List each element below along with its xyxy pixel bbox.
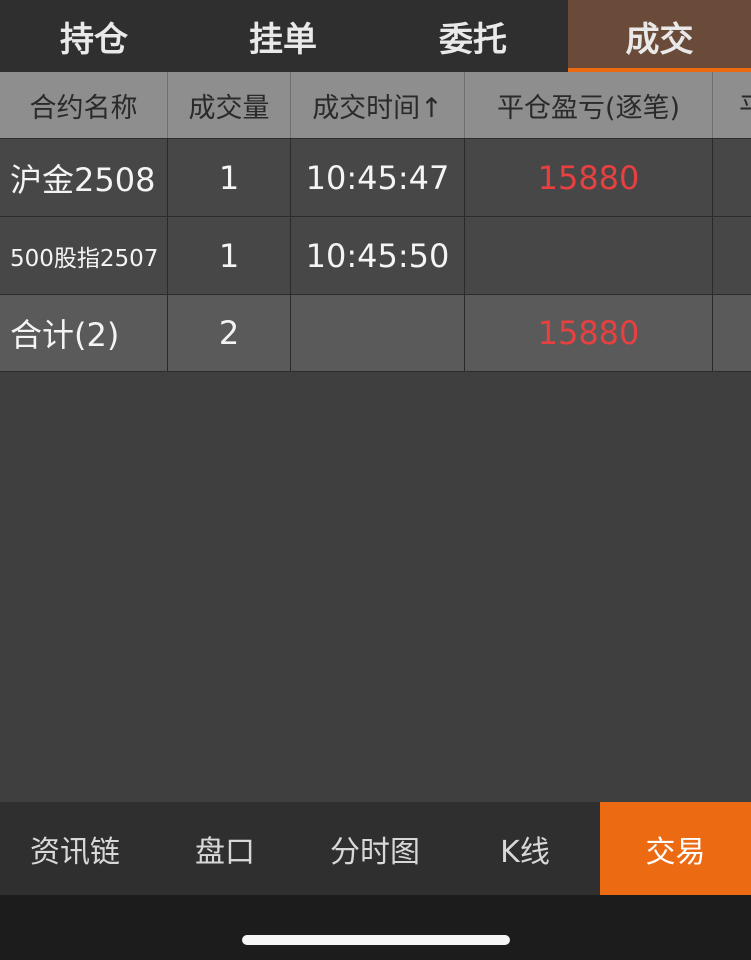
summary-row: 合计(2) 2 15880 xyxy=(0,294,751,372)
partial-cell xyxy=(713,139,751,216)
tab-positions[interactable]: 持仓 xyxy=(0,0,188,72)
nav-order-book[interactable]: 盘口 xyxy=(150,802,300,895)
contract-name: 沪金2508 xyxy=(10,160,156,199)
nav-news-chain[interactable]: 资讯链 xyxy=(0,802,150,895)
close-pnl: 15880 xyxy=(537,158,640,197)
summary-label: 合计(2) xyxy=(10,316,120,354)
tab-orders[interactable]: 委托 xyxy=(378,0,568,72)
bottom-nav: 资讯链 盘口 分时图 K线 交易 xyxy=(0,802,751,895)
table-row[interactable]: 500股指2507 1 10:45:50 xyxy=(0,216,751,294)
col-header-partial[interactable]: 平 xyxy=(713,72,751,138)
col-header-close-pnl[interactable]: 平仓盈亏(逐笔) xyxy=(465,72,713,138)
partial-cell xyxy=(713,217,751,294)
home-indicator[interactable] xyxy=(242,935,510,945)
table-row[interactable]: 沪金2508 1 10:45:47 15880 xyxy=(0,138,751,216)
trade-volume: 1 xyxy=(218,236,240,275)
summary-volume: 2 xyxy=(218,314,240,352)
trade-volume: 1 xyxy=(218,158,240,197)
contract-name: 500股指2507 xyxy=(10,245,159,272)
trade-time: 10:45:50 xyxy=(305,236,450,275)
trade-time: 10:45:47 xyxy=(305,158,450,197)
top-tab-bar: 持仓 挂单 委托 成交 xyxy=(0,0,751,72)
table-header: 合约名称 成交量 成交时间↑ 平仓盈亏(逐笔) 平 xyxy=(0,72,751,138)
partial-cell xyxy=(713,295,751,371)
tab-pending-orders[interactable]: 挂单 xyxy=(188,0,378,72)
col-header-contract[interactable]: 合约名称 xyxy=(0,72,168,138)
col-header-time[interactable]: 成交时间↑ xyxy=(291,72,465,138)
summary-close-pnl: 15880 xyxy=(537,314,640,352)
col-header-volume[interactable]: 成交量 xyxy=(168,72,291,138)
nav-trade[interactable]: 交易 xyxy=(600,802,751,895)
tab-trades[interactable]: 成交 xyxy=(568,0,751,72)
nav-intraday-chart[interactable]: 分时图 xyxy=(300,802,450,895)
home-bar-area xyxy=(0,895,751,960)
nav-kline[interactable]: K线 xyxy=(450,802,600,895)
